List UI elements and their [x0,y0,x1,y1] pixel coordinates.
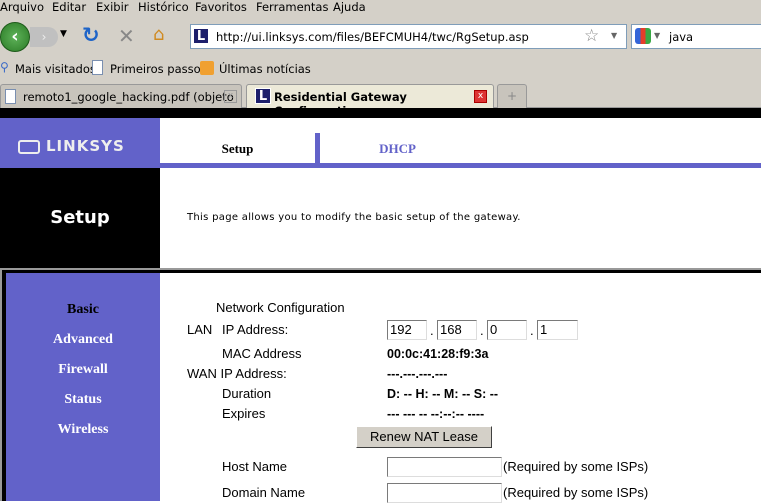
tab-setup[interactable]: Setup [160,141,315,157]
mac-address-label: MAC Address [222,346,302,361]
search-input[interactable]: java [669,30,693,44]
host-name-label: Host Name [222,459,288,474]
linksys-logo-icon [18,140,40,154]
duration-value: D: -- H: -- M: -- S: -- [387,387,499,401]
menu-historico[interactable]: Histórico [138,0,189,14]
section-title: Setup [50,207,110,228]
url-text: http://ui.linksys.com/files/BEFCMUH4/twc… [216,30,529,44]
rss-icon [200,61,214,75]
sidebar-item-firewall[interactable]: Firewall [6,362,160,378]
bookmark-mais-visitados[interactable]: Mais visitados [15,62,96,76]
bookmark-ultimas-noticias[interactable]: Últimas notícias [219,62,311,76]
ip-octet-4-input[interactable]: 1 [537,320,578,340]
bookmark-primeiros-passos[interactable]: Primeiros passos [110,62,207,76]
lan-label: LAN [187,322,213,337]
menu-ferramentas[interactable]: Ferramentas [256,0,328,14]
search-engine-dropdown-icon[interactable]: ▼ [654,31,660,40]
site-favicon: L [193,28,209,44]
ip-octet-3-input[interactable]: 0 [487,320,527,340]
page-description: This page allows you to modify the basic… [187,212,521,223]
duration-label: Duration [222,386,272,401]
tab-linksys[interactable]: L Residential Gateway Configuration: x [246,84,494,118]
logo-area: LINKSYS [0,118,160,168]
ip-separator: . [530,323,534,338]
page-icon [5,89,16,104]
google-icon[interactable] [635,28,651,44]
wan-ip-label: WAN IP Address: [187,366,287,381]
ip-separator: . [430,323,434,338]
tab-underline [160,163,761,168]
tab-dhcp[interactable]: DHCP [320,141,475,157]
menu-favoritos[interactable]: Favoritos [195,0,247,14]
domain-name-label: Domain Name [222,485,306,500]
section-title-box: Setup [0,168,160,268]
wan-ip-value: ---.---.---.--- [387,367,448,381]
network-config-heading: Network Configuration [216,300,345,315]
close-tab-icon[interactable]: x [474,90,487,103]
search-box[interactable]: ▼ java [631,24,761,49]
sidebar-item-advanced[interactable]: Advanced [6,332,160,348]
domain-name-input[interactable] [387,483,502,503]
ip-octet-2-input[interactable]: 168 [437,320,477,340]
tab-pdf[interactable]: remoto1_google_hacking.pdf (objeto a... … [0,84,242,118]
sidebar-item-basic[interactable]: Basic [6,302,160,318]
url-dropdown-icon[interactable]: ▼ [611,31,617,40]
ip-address-label: IP Address: [222,322,289,337]
history-dropdown-icon[interactable]: ▼ [60,29,67,39]
sidebar-item-wireless[interactable]: Wireless [6,422,160,438]
host-name-input[interactable] [387,457,502,477]
bookmark-star-icon[interactable]: ☆ [584,26,599,46]
ip-separator: . [480,323,484,338]
domain-required-note: (Required by some ISPs) [503,485,649,500]
home-icon[interactable]: ⌂ [153,24,164,45]
site-favicon: L [255,88,271,104]
menu-editar[interactable]: Editar [52,0,86,14]
menu-arquivo[interactable]: Arquivo [0,0,44,14]
host-required-note: (Required by some ISPs) [503,459,649,474]
menu-exibir[interactable]: Exibir [96,0,129,14]
sidebar-item-status[interactable]: Status [6,392,160,408]
expires-label: Expires [222,406,266,421]
forward-button[interactable]: › [30,27,58,47]
top-black-bar [0,108,761,118]
renew-nat-lease-button[interactable]: Renew NAT Lease [356,426,492,448]
menu-ajuda[interactable]: Ajuda [333,0,366,14]
url-bar[interactable]: L http://ui.linksys.com/files/BEFCMUH4/t… [190,24,627,49]
expires-value: --- --- -- --:--:-- ---- [387,407,485,421]
stop-icon[interactable]: ✕ [118,24,135,48]
menu-bar: Arquivo Editar Exibir Histórico Favorito… [0,0,761,16]
magnifier-icon: ⚲ [0,60,9,74]
linksys-logo: LINKSYS [46,137,125,155]
close-tab-icon[interactable]: x [224,90,237,103]
page-icon [92,60,103,75]
bookmarks-toolbar: ⚲ Mais visitados Primeiros passos Última… [0,56,761,82]
mac-address-value: 00:0c:41:28:f9:3a [387,347,489,361]
ip-octet-1-input[interactable]: 192 [387,320,427,340]
back-button[interactable]: ‹ [0,22,30,52]
new-tab-button[interactable]: + [497,84,527,108]
reload-icon[interactable]: ↻ [82,23,100,47]
